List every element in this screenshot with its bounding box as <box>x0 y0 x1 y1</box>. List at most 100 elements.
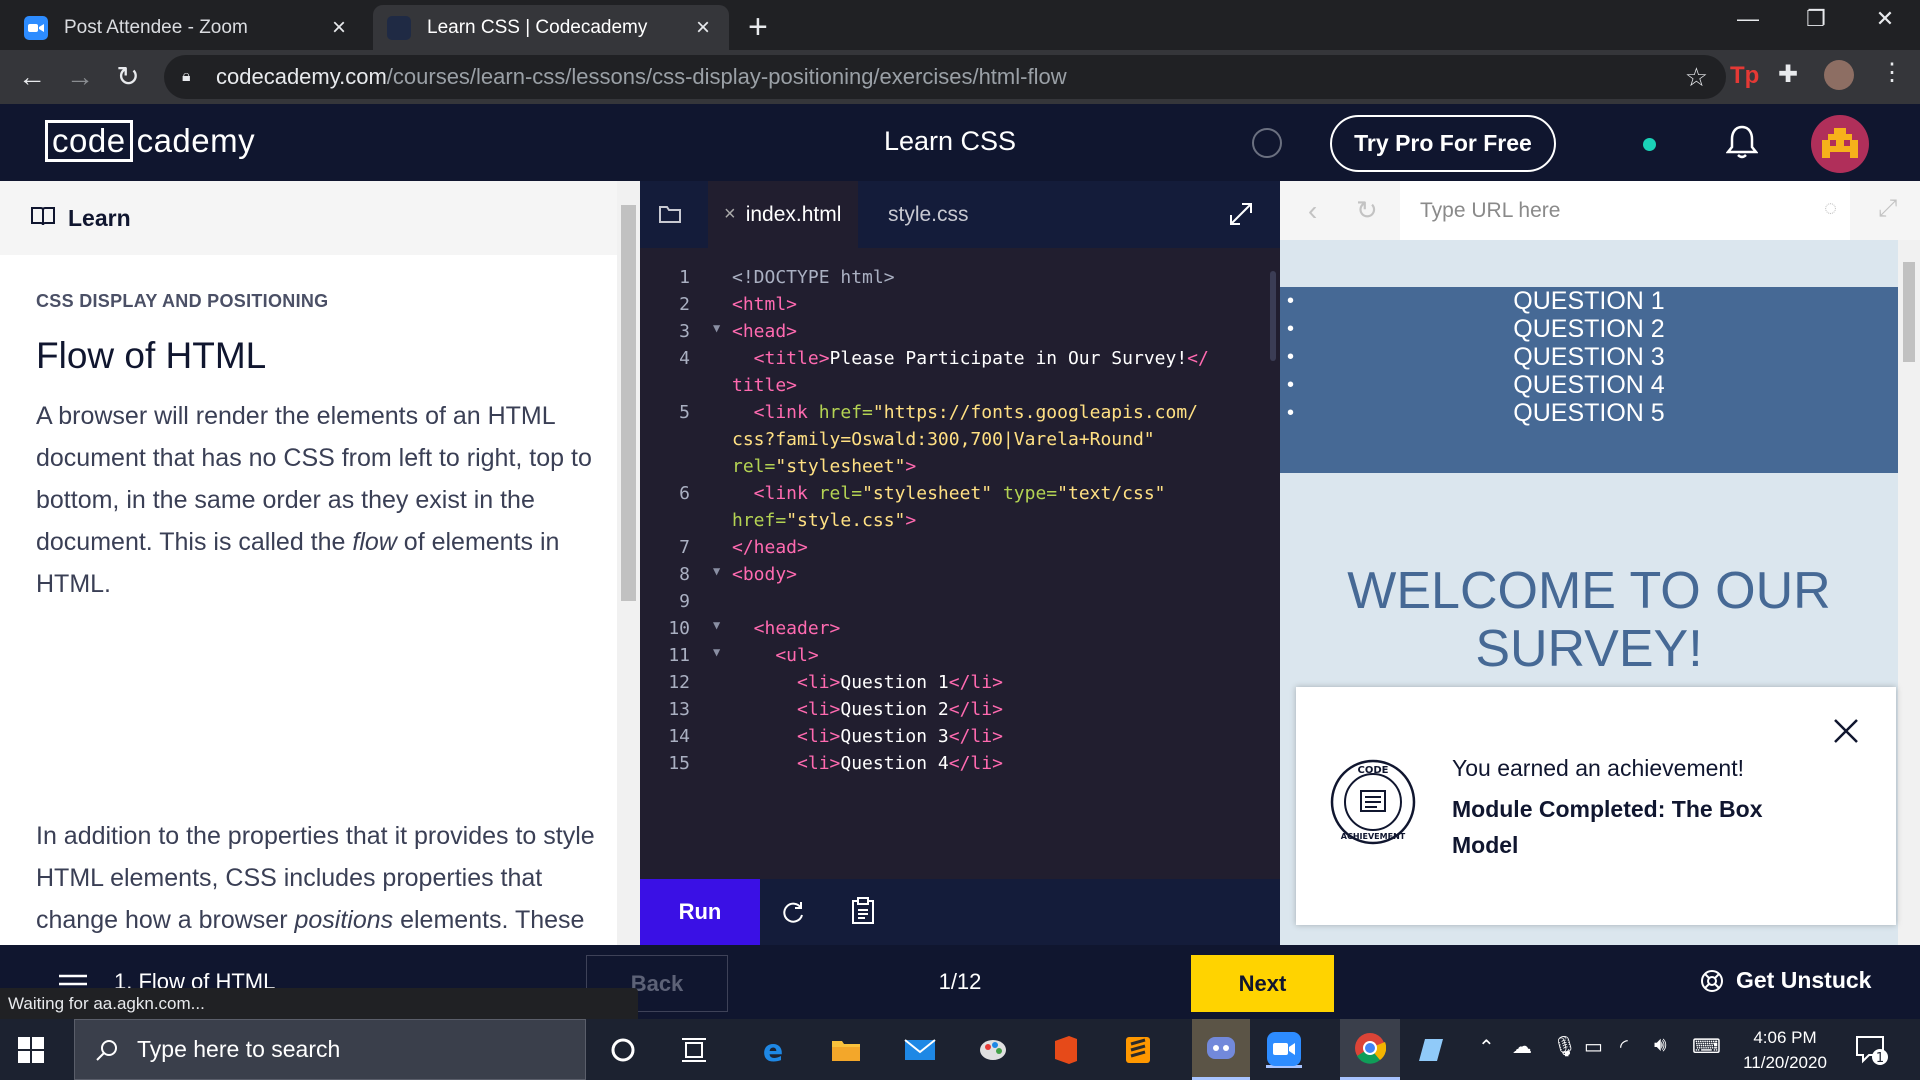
try-pro-button[interactable]: Try Pro For Free <box>1330 115 1556 172</box>
preview-url-input[interactable] <box>1400 181 1850 240</box>
next-button[interactable]: Next <box>1191 955 1334 1012</box>
onedrive-cloud-icon[interactable]: ☁ <box>1512 1034 1532 1059</box>
chevron-up-icon[interactable]: ⌃ <box>1478 1035 1495 1060</box>
mail-icon[interactable] <box>902 1032 938 1068</box>
notes-app-icon[interactable] <box>1412 1032 1448 1068</box>
keyboard-icon[interactable]: ⌨ <box>1692 1034 1721 1059</box>
code-text: <!DOCTYPE html> <box>732 267 895 288</box>
code-text: </head> <box>732 537 808 558</box>
lifebuoy-icon <box>1701 969 1723 992</box>
reset-icon[interactable] <box>780 899 806 930</box>
codecademy-logo[interactable]: code cademy <box>45 120 255 162</box>
preview-expand-icon[interactable]: ⤢ <box>1878 195 1897 223</box>
line-number: 8 <box>679 564 690 585</box>
code-line[interactable]: 15 <li>Question 4</li> <box>640 747 1280 780</box>
editor-action-bar: Run <box>640 879 1280 945</box>
scrollbar-thumb[interactable] <box>621 205 636 601</box>
edge-icon[interactable]: e <box>755 1032 791 1068</box>
address-bar[interactable]: 🔒︎ codecademy.com/courses/learn-css/less… <box>164 55 1726 99</box>
sublime-text-icon[interactable] <box>1120 1032 1156 1068</box>
code-text: <li>Question 2</li> <box>732 699 1003 720</box>
close-icon[interactable]: × <box>691 14 715 42</box>
browser-menu-icon[interactable]: ⋮ <box>1880 58 1904 87</box>
fold-arrow-icon[interactable]: ▼ <box>713 564 720 578</box>
restore-button[interactable]: ❐ <box>1786 6 1846 32</box>
learn-panel: Learn CSS DISPLAY AND POSITIONING Flow o… <box>0 181 640 945</box>
user-avatar[interactable] <box>1811 115 1869 173</box>
browser-toolbar: ← → ↻ 🔒︎ codecademy.com/courses/learn-cs… <box>0 50 1920 104</box>
svg-text:ACHIEVEMENT: ACHIEVEMENT <box>1341 832 1406 841</box>
bell-icon[interactable] <box>1725 124 1759 165</box>
expand-icon[interactable] <box>1228 201 1254 232</box>
profile-avatar[interactable] <box>1824 60 1854 90</box>
tab-title: Learn CSS | Codecademy <box>427 16 648 38</box>
back-arrow-icon[interactable]: ← <box>14 60 50 96</box>
code-text: <li>Question 3</li> <box>732 726 1003 747</box>
forward-arrow-icon[interactable]: → <box>62 60 98 96</box>
window-close-button[interactable]: ✕ <box>1855 6 1915 32</box>
preview-scrollbar[interactable] <box>1898 240 1920 945</box>
get-unstuck-button[interactable]: Get Unstuck <box>1700 967 1871 994</box>
tab-style-css[interactable]: style.css <box>888 181 969 248</box>
book-icon <box>30 205 56 232</box>
code-text: <body> <box>732 564 798 585</box>
extensions-puzzle-icon[interactable]: ✚ <box>1778 60 1798 89</box>
code-text: <title>Please Participate in Our Survey!… <box>732 348 1209 369</box>
zoom-app-icon[interactable] <box>1266 1031 1302 1068</box>
chrome-icon[interactable] <box>1340 1019 1400 1080</box>
extension-tp-icon[interactable]: Tp <box>1730 62 1759 90</box>
clipboard-icon[interactable] <box>850 897 876 930</box>
discord-icon[interactable] <box>1192 1019 1250 1080</box>
preview-refresh-icon[interactable]: ↻ <box>1356 195 1378 226</box>
lesson-category: CSS DISPLAY AND POSITIONING <box>36 291 329 311</box>
line-number: 2 <box>679 294 690 315</box>
paint-icon[interactable] <box>975 1032 1011 1068</box>
list-item: QUESTION 4 <box>1280 371 1898 399</box>
microphone-icon[interactable]: 🎙︎ <box>1552 1034 1577 1059</box>
notification-center-icon[interactable]: 1 <box>1855 1034 1889 1071</box>
learn-panel-header: Learn <box>0 181 617 255</box>
learn-heading: Learn <box>68 204 131 231</box>
code-text: rel="stylesheet"> <box>732 456 917 477</box>
close-icon[interactable]: × <box>327 14 351 42</box>
office-icon[interactable] <box>1048 1032 1084 1068</box>
minimize-button[interactable]: — <box>1718 6 1778 32</box>
fold-arrow-icon[interactable]: ▼ <box>713 618 720 632</box>
scrollbar-thumb[interactable] <box>1903 262 1915 362</box>
new-tab-button[interactable]: + <box>748 8 768 47</box>
tab-index-html[interactable]: × index.html <box>708 181 858 248</box>
preview-back-icon[interactable]: ‹ <box>1308 195 1317 227</box>
search-icon <box>96 1039 117 1061</box>
reload-icon[interactable]: ↻ <box>110 60 146 96</box>
cortana-icon[interactable] <box>605 1032 641 1068</box>
preview-url-bar: ‹ ↻ ◌ ⤢ <box>1280 181 1920 240</box>
taskbar-clock[interactable]: 4:06 PM 11/20/2020 <box>1735 1025 1835 1075</box>
editor-tab-bar: × index.html style.css <box>640 181 1280 248</box>
bookmark-star-icon[interactable]: ☆ <box>1685 62 1708 93</box>
code-text: <li>Question 1</li> <box>732 672 1003 693</box>
lesson-paragraph: In addition to the properties that it pr… <box>36 822 595 934</box>
volume-icon[interactable]: 🔊︎ <box>1654 1034 1667 1057</box>
close-icon[interactable]: × <box>724 203 736 226</box>
tab-zoom[interactable]: Post Attendee - Zoom × <box>10 5 365 50</box>
alarm-clock-icon[interactable] <box>1252 128 1282 158</box>
taskbar-search[interactable]: Type here to search <box>74 1019 586 1080</box>
course-title: Learn CSS <box>883 126 1017 156</box>
line-number: 1 <box>679 267 690 288</box>
code-lines[interactable]: 1 <!DOCTYPE html> 2 <html> 3 ▼ <head> 4 <title>… <box>640 261 1280 861</box>
achievement-name: Module Completed: The Box Model <box>1452 796 1763 858</box>
fold-arrow-icon[interactable]: ▼ <box>713 645 720 659</box>
learn-scrollbar[interactable] <box>617 181 640 945</box>
run-button[interactable]: Run <box>640 879 760 945</box>
codecademy-favicon-icon <box>387 15 411 40</box>
battery-icon[interactable]: ▭ <box>1584 1034 1603 1059</box>
file-explorer-icon[interactable] <box>828 1032 864 1068</box>
wifi-icon[interactable]: ◜ <box>1620 1034 1628 1059</box>
close-icon[interactable] <box>1832 717 1860 750</box>
folder-icon[interactable] <box>658 203 684 230</box>
windows-start-icon[interactable] <box>18 1037 44 1068</box>
task-view-icon[interactable] <box>676 1032 712 1068</box>
tab-codecademy[interactable]: Learn CSS | Codecademy × <box>373 5 729 50</box>
editor-scrollbar[interactable] <box>1270 271 1276 361</box>
fold-arrow-icon[interactable]: ▼ <box>713 321 720 335</box>
